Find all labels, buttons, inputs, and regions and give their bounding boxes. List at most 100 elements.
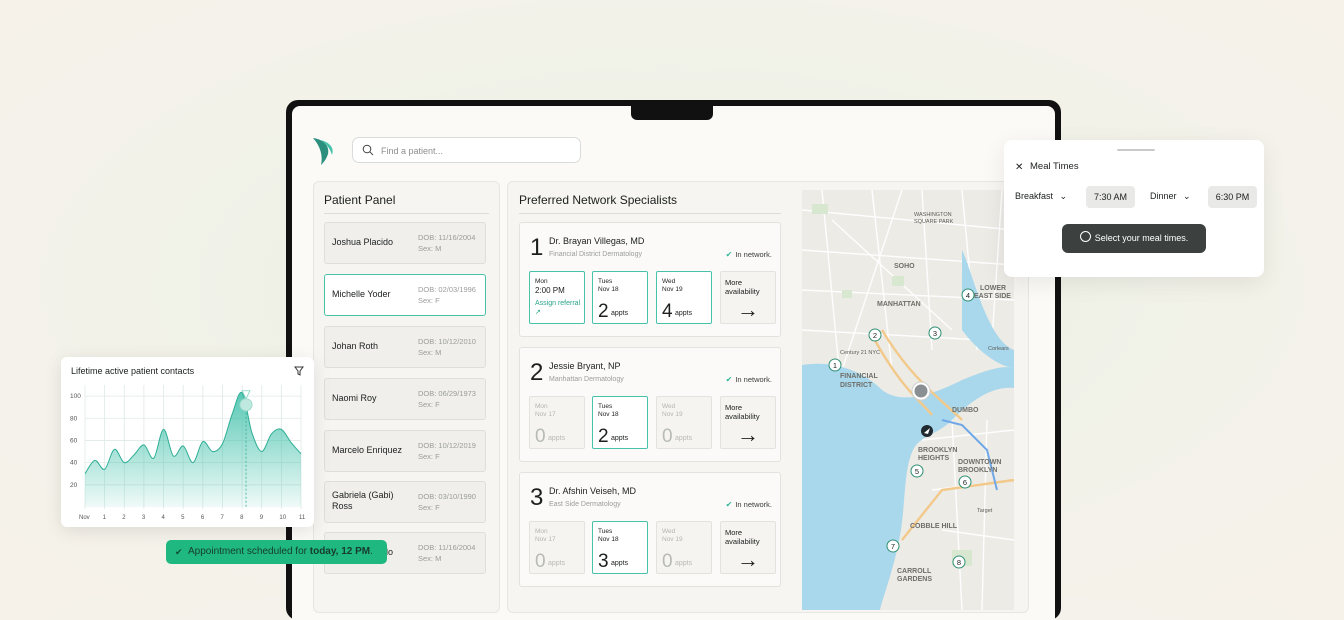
specialist-rank: 1 xyxy=(530,234,544,261)
patient-contacts-chart-card: Lifetime active patient contacts 100 80 60… xyxy=(61,357,314,527)
slot-date: Tues Nov 18 xyxy=(598,278,619,294)
availability-slot[interactable]: Mon Nov 17 0 appts xyxy=(529,521,585,574)
appts-label: appts xyxy=(611,310,629,317)
availability-slot[interactable]: Tues Nov 18 2 appts xyxy=(592,271,648,324)
svg-text:GARDENS: GARDENS xyxy=(897,576,932,583)
dinner-dropdown[interactable]: Dinner ⌄ xyxy=(1150,191,1191,202)
more-availability-button[interactable]: More availability → xyxy=(720,396,776,449)
highlight-point[interactable] xyxy=(239,398,253,412)
map-marker-7[interactable]: 7 xyxy=(886,539,900,553)
patient-name: Naomi Roy xyxy=(332,393,377,403)
appt-count: 0 xyxy=(662,551,673,572)
svg-text:WASHINGTON: WASHINGTON xyxy=(914,212,952,218)
toast-time: today, 12 PM xyxy=(309,546,371,557)
patient-dob: DOB: 11/16/2004 Sex: M xyxy=(418,542,475,564)
svg-text:BROOKLYN: BROOKLYN xyxy=(958,467,997,474)
in-network-badge: ✔ In network. xyxy=(726,375,772,384)
patient-search[interactable] xyxy=(352,137,581,163)
breakfast-dropdown[interactable]: Breakfast ⌄ xyxy=(1015,191,1067,202)
y-tick-label: 100 xyxy=(70,393,81,400)
patient-sex: Sex: M xyxy=(418,244,442,253)
patient-card[interactable]: Johan Roth DOB: 10/12/2010 Sex: M xyxy=(324,326,486,368)
select-meal-times-button[interactable]: Select your meal times. xyxy=(1062,224,1206,253)
y-tick-label: 60 xyxy=(70,437,78,444)
patient-name: Johan Roth xyxy=(332,341,379,351)
map-marker-label: 7 xyxy=(891,542,895,551)
specialist-name[interactable]: Dr. Afshin Veiseh, MD xyxy=(549,486,636,496)
map-marker-2[interactable]: 2 xyxy=(868,328,882,342)
svg-text:LOWER: LOWER xyxy=(980,285,1006,292)
slot-date: Tues Nov 18 xyxy=(598,528,619,544)
more-availability-label: More availability xyxy=(725,403,760,421)
appt-count: 0 xyxy=(535,426,546,447)
patient-dob-value: DOB: 10/12/2019 xyxy=(418,441,476,450)
check-icon: ✔ xyxy=(175,547,183,557)
divider xyxy=(519,213,781,214)
availability-slot[interactable]: Mon 2:00 PM Assign referral ↗ xyxy=(529,271,585,324)
drag-handle[interactable] xyxy=(1117,149,1155,151)
availability-slot[interactable]: Wed Nov 19 4 appts xyxy=(656,271,712,324)
availability-slot[interactable]: Tues Nov 18 3 appts xyxy=(592,521,648,574)
map-marker-8[interactable]: 8 xyxy=(952,555,966,569)
patient-sex: Sex: F xyxy=(418,400,440,409)
availability-slot[interactable]: Mon Nov 17 0 appts xyxy=(529,396,585,449)
availability-slot[interactable]: Wed Nov 19 0 appts xyxy=(656,521,712,574)
patient-sex: Sex: M xyxy=(418,554,442,563)
dinner-time[interactable]: 6:30 PM xyxy=(1208,186,1257,208)
x-tick-label: 7 xyxy=(220,515,224,521)
appt-count: 2 xyxy=(598,426,609,447)
specialist-rank: 3 xyxy=(530,484,544,511)
patient-dob: DOB: 10/12/2019 Sex: F xyxy=(418,440,476,462)
user-avatar-marker[interactable] xyxy=(914,384,928,398)
more-availability-button[interactable]: More availability → xyxy=(720,521,776,574)
specialists-title: Preferred Network Specialists xyxy=(519,193,678,207)
map-marker-5[interactable]: 5 xyxy=(910,464,924,478)
patient-card[interactable]: Marcelo Enriquez DOB: 10/12/2019 Sex: F xyxy=(324,430,486,472)
map-marker-4[interactable]: 4 xyxy=(961,288,975,302)
appt-count: 0 xyxy=(662,426,673,447)
specialist-name[interactable]: Dr. Brayan Villegas, MD xyxy=(549,236,644,246)
patient-card[interactable]: Joshua Placido DOB: 11/16/2004 Sex: M xyxy=(324,222,486,264)
patient-sex: Sex: F xyxy=(418,503,440,512)
map-view[interactable]: MANHATTAN SOHO FINANCIAL DISTRICT DUMBO … xyxy=(802,190,1014,610)
map-marker-3[interactable]: 3 xyxy=(928,326,942,340)
slot-date: Tues Nov 18 xyxy=(598,403,619,419)
slot-date-value: Nov 18 xyxy=(598,286,619,293)
patient-card[interactable]: Naomi Roy DOB: 06/29/1973 Sex: F xyxy=(324,378,486,420)
breakfast-time[interactable]: 7:30 AM xyxy=(1086,186,1135,208)
arrow-right-icon: → xyxy=(737,297,759,322)
patient-card[interactable]: Michelle Yoder DOB: 02/03/1996 Sex: F xyxy=(324,274,486,316)
slot-time: 2:00 PM xyxy=(535,286,565,295)
availability-slot[interactable]: Wed Nov 19 0 appts xyxy=(656,396,712,449)
availability-slot[interactable]: Tues Nov 18 2 appts xyxy=(592,396,648,449)
svg-text:FINANCIAL: FINANCIAL xyxy=(840,373,878,380)
svg-text:DOWNTOWN: DOWNTOWN xyxy=(958,459,1001,466)
map-marker-1[interactable]: 1 xyxy=(828,358,842,372)
more-availability-button[interactable]: More availability → xyxy=(720,271,776,324)
appts-label: appts xyxy=(611,435,629,442)
patient-dob: DOB: 03/10/1990 Sex: F xyxy=(418,491,476,513)
map-marker-label: 3 xyxy=(933,329,937,338)
check-icon: ✔ xyxy=(725,250,733,259)
slot-date: Wed Nov 19 xyxy=(662,403,683,419)
area-chart: 100 80 60 40 20 Nov 1 2 3 4 5 6 7 8 9 10 11 xyxy=(70,385,306,521)
external-arrow-icon: ↗ xyxy=(535,309,541,316)
appt-count: 4 xyxy=(662,301,673,322)
toast-suffix: . xyxy=(370,546,373,557)
more-availability-label: More availability xyxy=(725,528,760,546)
svg-text:CARROLL: CARROLL xyxy=(897,568,932,575)
slot-day: Mon xyxy=(535,528,548,535)
appt-count: 0 xyxy=(535,551,546,572)
patient-name: Joshua Placido xyxy=(332,237,394,247)
specialist-card: 2 Jessie Bryant, NP Manhattan Dermatology ✔… xyxy=(519,347,781,462)
slot-day: Mon xyxy=(535,403,548,410)
specialist-name[interactable]: Jessie Bryant, NP xyxy=(549,361,621,371)
x-tick-label: 5 xyxy=(181,515,185,521)
patient-card[interactable]: Gabriela (Gabi) Ross DOB: 03/10/1990 Sex: … xyxy=(324,481,486,523)
map-canvas[interactable]: MANHATTAN SOHO FINANCIAL DISTRICT DUMBO … xyxy=(802,190,1014,610)
appts-label: appts xyxy=(675,560,693,567)
slot-day: Mon xyxy=(535,278,548,285)
search-input[interactable] xyxy=(379,141,573,161)
assign-referral-link[interactable]: Assign referral ↗ xyxy=(535,299,584,317)
map-marker-6[interactable]: 6 xyxy=(958,475,972,489)
